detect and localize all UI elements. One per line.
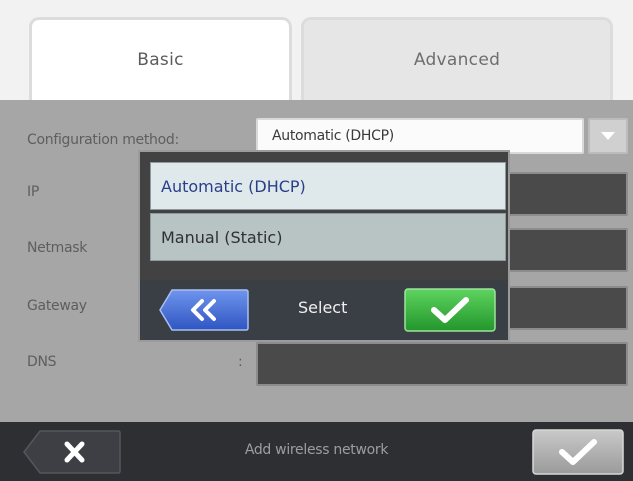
dns-row: DNS : — [0, 342, 633, 388]
checkmark-icon — [532, 429, 624, 475]
double-chevron-left-icon — [159, 289, 249, 331]
netmask-label: Netmask — [27, 240, 88, 256]
ip-label: IP — [27, 184, 39, 200]
gateway-label: Gateway — [27, 298, 87, 314]
back-button[interactable] — [158, 288, 250, 332]
tab-bar: Basic Advanced — [0, 0, 633, 100]
config-method-label: Configuration method: — [27, 132, 179, 148]
dns-field[interactable] — [256, 342, 628, 386]
config-method-value: Automatic (DHCP) — [272, 128, 394, 144]
popup-title: Select — [298, 298, 348, 317]
checkmark-icon — [404, 288, 496, 332]
option-list: Automatic (DHCP) Manual (Static) — [140, 152, 508, 280]
screen: Basic Advanced Configuration method: Aut… — [0, 0, 633, 481]
option-manual-static[interactable]: Manual (Static) — [150, 213, 506, 261]
chevron-down-icon — [601, 132, 615, 140]
accept-button[interactable] — [532, 429, 624, 475]
tab-advanced[interactable]: Advanced — [301, 17, 613, 100]
config-method-select[interactable]: Automatic (DHCP) — [256, 118, 584, 154]
dns-colon: : — [238, 354, 243, 370]
bottom-bar: Add wireless network — [0, 422, 633, 481]
dns-label: DNS — [27, 354, 57, 370]
option-automatic-dhcp[interactable]: Automatic (DHCP) — [150, 162, 506, 210]
popup-action-bar: Select — [140, 280, 508, 340]
confirm-button[interactable] — [404, 288, 496, 332]
dropdown-arrow-button[interactable] — [588, 118, 628, 154]
select-popup: Automatic (DHCP) Manual (Static) Select — [138, 150, 510, 342]
tab-basic[interactable]: Basic — [29, 17, 292, 100]
